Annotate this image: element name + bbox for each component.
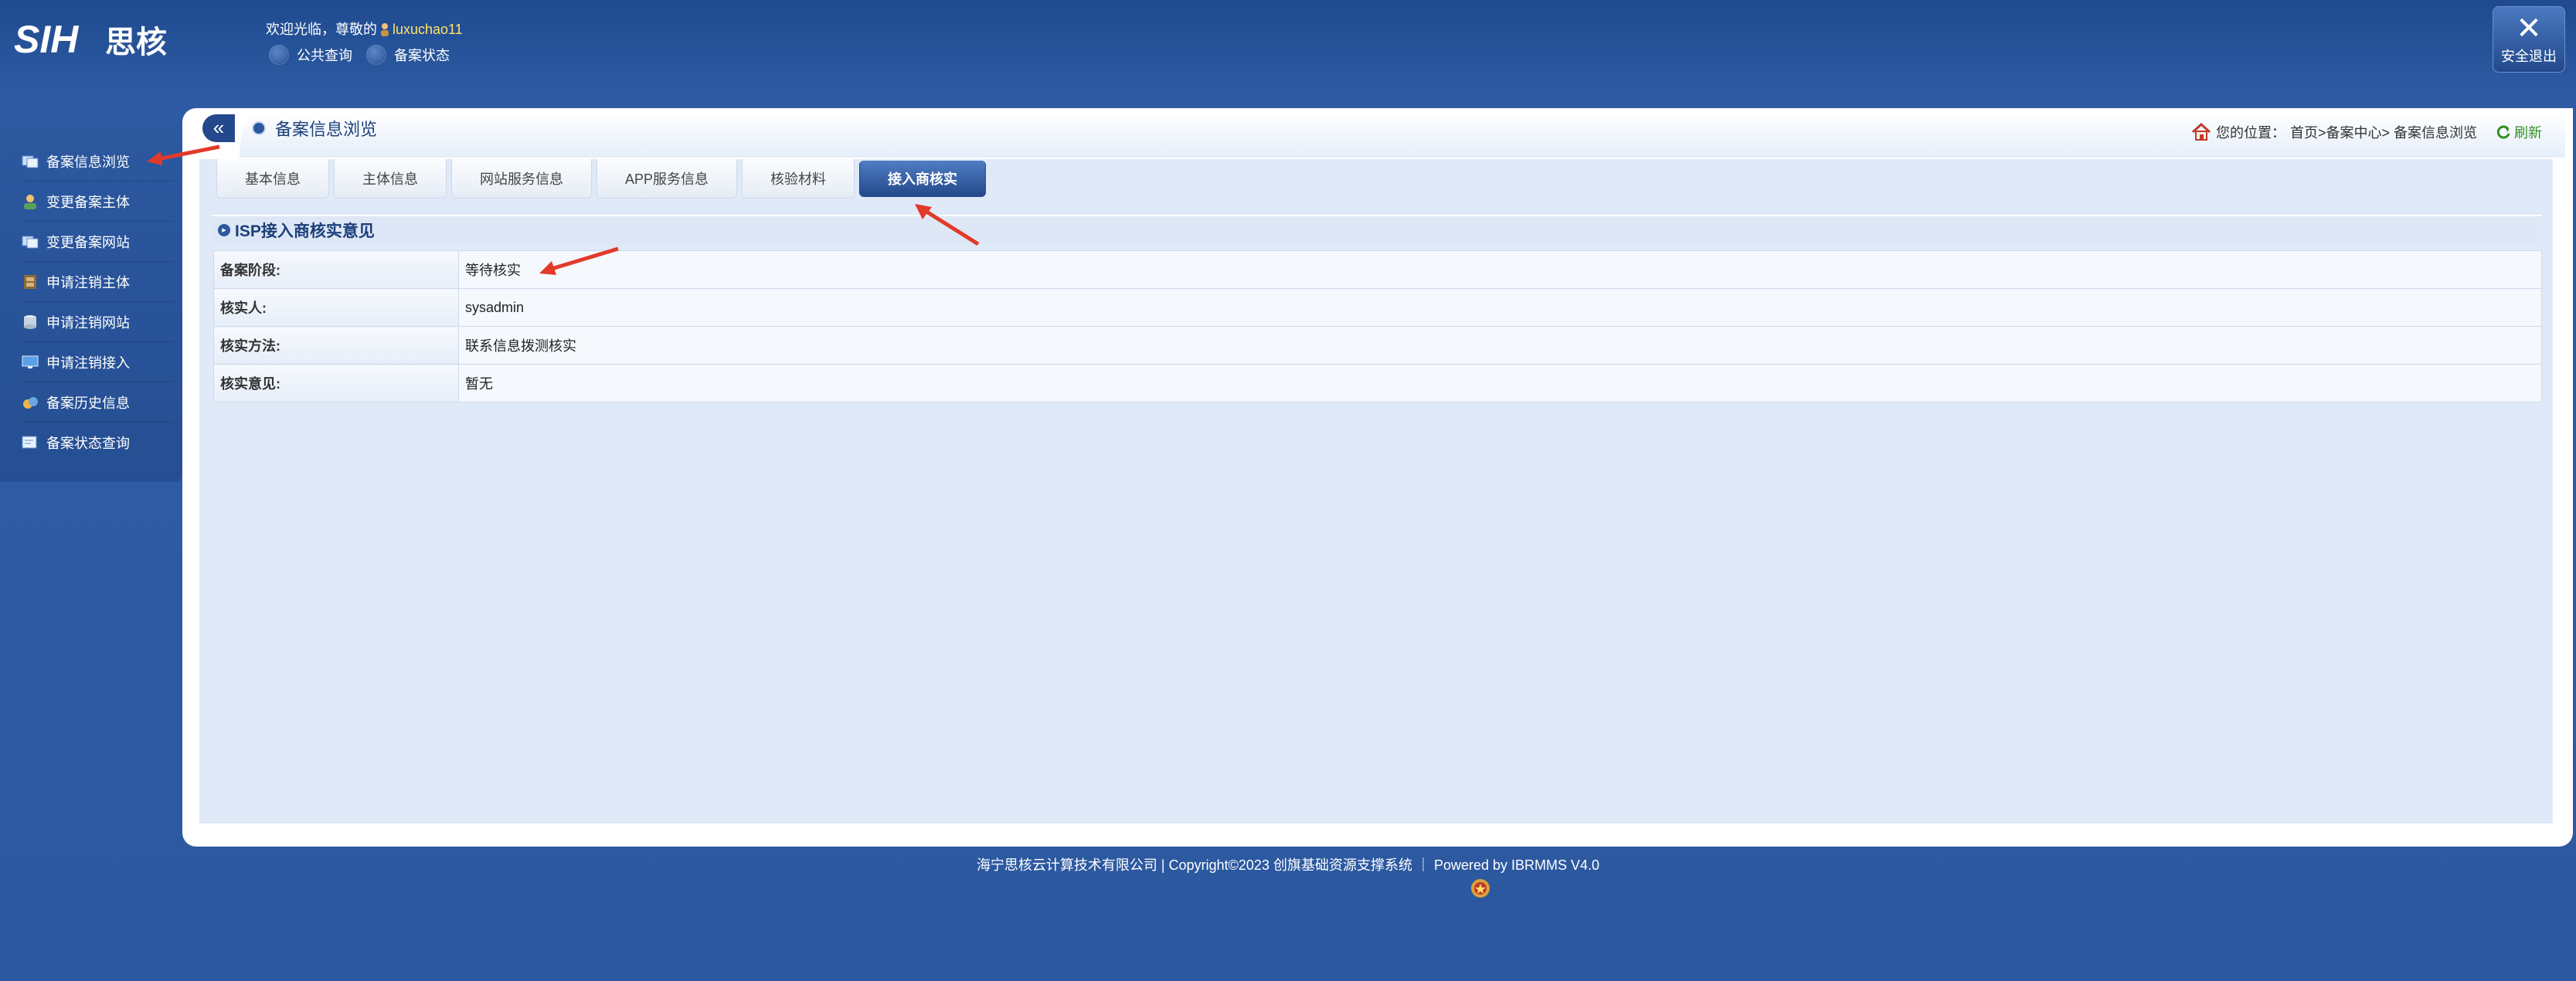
sidebar-item-label: 备案信息浏览: [46, 154, 130, 170]
row-label: 备案阶段:: [213, 250, 459, 289]
footer: 海宁思核云计算技术有限公司 | Copyright©2023 创旗基础资源支撑系…: [976, 857, 1600, 873]
sidebar-item-label: 备案状态查询: [46, 436, 130, 451]
breadcrumb-path[interactable]: 首页>备案中心> 备案信息浏览: [2290, 122, 2477, 142]
tab-basic-info[interactable]: 基本信息: [216, 159, 329, 199]
username[interactable]: luxuchao11: [393, 22, 463, 37]
section-header: ▸ ISP接入商核实意见: [212, 215, 2542, 244]
filing-status-label: 备案状态: [394, 48, 450, 63]
logout-label: 安全退出: [2501, 49, 2557, 64]
section-title: ISP接入商核实意见: [235, 222, 375, 240]
monitor-icon: [22, 355, 39, 368]
page-title: 备案信息浏览: [253, 116, 377, 141]
sidebar: 备案信息浏览 变更备案主体 变更备案网站 申请注销主体 申请注销网站 申请注销接…: [0, 127, 182, 482]
sidebar-item-label: 变更备案主体: [46, 195, 130, 210]
sidebar-item-history[interactable]: 备案历史信息: [22, 383, 173, 423]
row-value: 暂无: [458, 364, 2542, 402]
svg-text:SIH: SIH: [14, 18, 79, 61]
sidebar-item-label: 申请注销网站: [46, 315, 130, 331]
globe-icon: [366, 45, 386, 65]
top-links: 公共查询 备案状态: [269, 45, 450, 65]
row-value: 等待核实: [458, 250, 2542, 289]
sidebar-item-label: 备案历史信息: [46, 395, 130, 411]
user-icon: [24, 195, 36, 209]
sidebar-item-label: 申请注销主体: [46, 275, 130, 290]
sidebar-item-cancel-subject[interactable]: 申请注销主体: [22, 263, 173, 302]
section-arrow-icon: ▸: [218, 224, 230, 236]
close-icon: ✕: [2516, 12, 2542, 46]
document-icon: [22, 155, 39, 168]
tab-verification-materials[interactable]: 核验材料: [742, 159, 855, 199]
refresh-label: 刷新: [2514, 125, 2542, 141]
svg-text:思核: 思核: [105, 25, 167, 60]
welcome-text: 欢迎光临，尊敬的 luxuchao11: [266, 19, 463, 39]
breadcrumb: 您的位置： 首页>备案中心> 备案信息浏览 刷新: [2191, 122, 2542, 142]
public-query-link[interactable]: 公共查询: [269, 45, 352, 65]
search-list-icon: [22, 436, 37, 449]
breadcrumb-prefix: 您的位置：: [2215, 125, 2285, 141]
row-label: 核实意见:: [213, 364, 459, 402]
sidebar-item-change-subject[interactable]: 变更备案主体: [22, 182, 173, 222]
home-icon: [2191, 123, 2211, 141]
cabinet-icon: [24, 275, 36, 289]
website-icon: [22, 236, 39, 249]
table-row: 核实方法: 联系信息拨测核实: [213, 326, 2542, 365]
tab-subject-info[interactable]: 主体信息: [334, 159, 447, 199]
logo: SIH 思核: [14, 18, 167, 61]
table-row: 备案阶段: 等待核实: [213, 250, 2542, 289]
title-bullet-icon: [253, 123, 264, 134]
sidebar-item-status-query[interactable]: 备案状态查询: [22, 423, 173, 462]
row-label: 核实人:: [213, 288, 459, 327]
database-icon: [24, 315, 36, 329]
tab-app-service-info[interactable]: APP服务信息: [596, 159, 738, 199]
tab-website-service-info[interactable]: 网站服务信息: [451, 159, 592, 199]
row-value: 联系信息拨测核实: [458, 326, 2542, 365]
globe-icon: [269, 45, 289, 65]
sidebar-item-cancel-access[interactable]: 申请注销接入: [22, 343, 173, 382]
sidebar-item-label: 变更备案网站: [46, 235, 130, 250]
page-title-text: 备案信息浏览: [275, 120, 378, 139]
tab-isp-verification[interactable]: 接入商核实: [859, 161, 987, 197]
row-label: 核实方法:: [213, 326, 459, 365]
refresh-icon: [2496, 125, 2510, 139]
collapse-sidebar-button[interactable]: «: [202, 114, 235, 142]
table-row: 核实人: sysadmin: [213, 288, 2542, 327]
sidebar-item-change-website[interactable]: 变更备案网站: [22, 222, 173, 262]
row-value: sysadmin: [458, 288, 2542, 327]
public-query-label: 公共查询: [297, 48, 352, 63]
refresh-button[interactable]: 刷新: [2496, 122, 2542, 142]
history-icon: [23, 397, 38, 409]
tab-bar: 基本信息 主体信息 网站服务信息 APP服务信息 核验材料 接入商核实: [216, 159, 987, 199]
table-row: 核实意见: 暂无: [213, 364, 2542, 402]
user-icon: [381, 23, 389, 36]
sidebar-item-filing-browse[interactable]: 备案信息浏览: [22, 142, 173, 182]
logout-button[interactable]: ✕ 安全退出: [2493, 6, 2565, 73]
sidebar-item-cancel-website[interactable]: 申请注销网站: [22, 303, 173, 342]
sidebar-item-label: 申请注销接入: [46, 355, 130, 371]
welcome-prefix: 欢迎光临，尊敬的: [266, 22, 377, 37]
verification-table: 备案阶段: 等待核实 核实人: sysadmin 核实方法: 联系信息拨测核实 …: [213, 250, 2542, 402]
police-emblem-icon: [1471, 879, 1490, 898]
filing-status-link[interactable]: 备案状态: [366, 45, 450, 65]
